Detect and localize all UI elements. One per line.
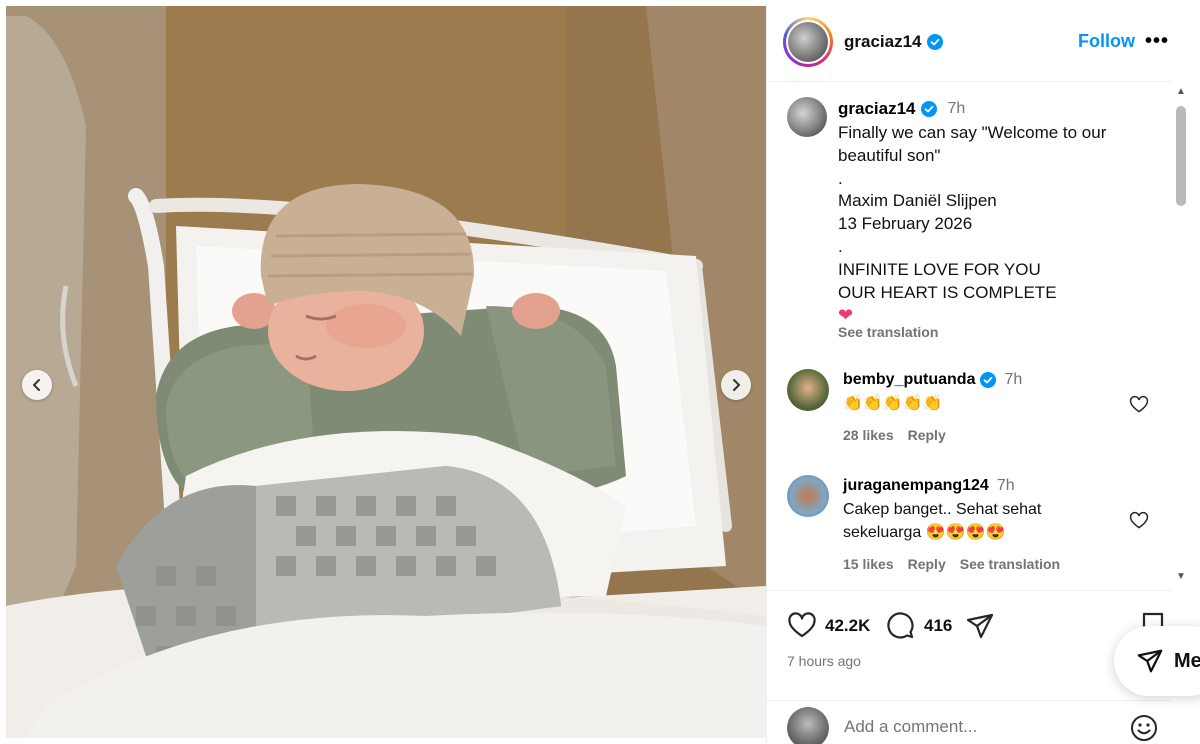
caption-avatar[interactable] — [787, 97, 827, 137]
share-paper-plane-icon[interactable] — [965, 611, 995, 641]
verified-badge-icon — [920, 101, 937, 117]
caption-line: Maxim Daniël Slijpen — [838, 191, 997, 211]
add-comment-input[interactable] — [844, 717, 1114, 737]
caption-time[interactable]: 7h — [948, 100, 966, 118]
caption-line: 13 February 2026 — [838, 214, 973, 234]
comment-meta: 28 likes Reply — [843, 427, 946, 443]
next-image-button[interactable] — [721, 370, 751, 400]
post-time-ago[interactable]: 7 hours ago — [787, 653, 861, 669]
current-user-avatar — [787, 707, 829, 744]
header-username-row[interactable]: graciaz14 — [844, 32, 943, 52]
caption-text: Finally we can say "Welcome to our beaut… — [838, 122, 1158, 327]
post-header: graciaz14 Follow ••• — [767, 0, 1171, 82]
scroll-up-arrow-icon[interactable]: ▲ — [1176, 86, 1186, 97]
avatar — [788, 22, 828, 62]
send-paper-plane-icon — [1137, 649, 1163, 673]
caption-line: INFINITE LOVE FOR YOU — [838, 259, 1041, 279]
caption-see-translation[interactable]: See translation — [838, 324, 938, 340]
comment-reply-button[interactable]: Reply — [908, 427, 946, 443]
heart-outline-icon[interactable] — [1129, 395, 1149, 415]
comment-username-row: bemby_putuanda 7h — [843, 371, 1022, 389]
comment-likes[interactable]: 15 likes — [843, 556, 894, 572]
caption-line: . — [838, 168, 843, 188]
comment-text: Cakep banget.. Sehat sehat sekeluarga 😍😍… — [843, 501, 1042, 541]
comments-count[interactable]: 416 — [924, 616, 952, 636]
comments-scroll-area[interactable]: graciaz14 7h Finally we can say "Welcome… — [767, 83, 1171, 583]
comment-meta: 15 likes Reply See translation — [843, 556, 1060, 572]
caption-username-row: graciaz14 7h — [838, 99, 965, 119]
comment-username[interactable]: juraganempang124 — [843, 477, 989, 495]
verified-badge-icon — [980, 372, 997, 388]
heart-outline-icon[interactable] — [1129, 511, 1149, 531]
comment-text: 👏👏👏👏👏 — [843, 395, 943, 412]
like-heart-icon[interactable] — [787, 611, 817, 641]
comment-reply-button[interactable]: Reply — [908, 556, 946, 572]
header-username[interactable]: graciaz14 — [844, 32, 922, 52]
caption-line: . — [838, 236, 843, 256]
comment-avatar[interactable] — [787, 369, 829, 411]
comment-bubble-icon[interactable] — [885, 611, 915, 641]
previous-image-button[interactable] — [22, 370, 52, 400]
add-comment-bar — [767, 700, 1171, 744]
follow-button[interactable]: Follow — [1078, 31, 1135, 52]
scroll-down-arrow-icon[interactable]: ▼ — [1176, 571, 1186, 582]
comment-time[interactable]: 7h — [1004, 371, 1022, 389]
comments-scrollbar[interactable]: ▲ ▼ — [1173, 86, 1189, 586]
caption-username[interactable]: graciaz14 — [838, 99, 916, 119]
emoji-picker-icon[interactable] — [1129, 713, 1159, 743]
likes-count[interactable]: 42.2K — [825, 616, 870, 636]
comment-time[interactable]: 7h — [997, 477, 1015, 495]
comment-username-row: juraganempang124 7h — [843, 477, 1015, 495]
verified-badge-icon — [926, 34, 943, 50]
messages-label: Me — [1174, 649, 1200, 672]
story-ring-avatar[interactable] — [783, 17, 833, 67]
comment-avatar[interactable] — [787, 475, 829, 517]
more-options-button[interactable]: ••• — [1145, 30, 1169, 53]
caption-line: Finally we can say "Welcome to our — [838, 123, 1107, 142]
comment-username[interactable]: bemby_putuanda — [843, 371, 975, 389]
caption-line: beautiful son" — [838, 145, 941, 165]
scrollbar-thumb[interactable] — [1176, 106, 1186, 206]
caption-line: OUR HEART IS COMPLETE — [838, 282, 1057, 302]
comment-likes[interactable]: 28 likes — [843, 427, 894, 443]
post-photo[interactable] — [6, 6, 766, 738]
chevron-left-icon — [33, 379, 40, 391]
newborn-photo-illustration — [6, 6, 766, 738]
chevron-right-icon — [733, 379, 740, 391]
comment-see-translation[interactable]: See translation — [960, 556, 1060, 572]
messages-button[interactable]: Me — [1114, 626, 1200, 696]
